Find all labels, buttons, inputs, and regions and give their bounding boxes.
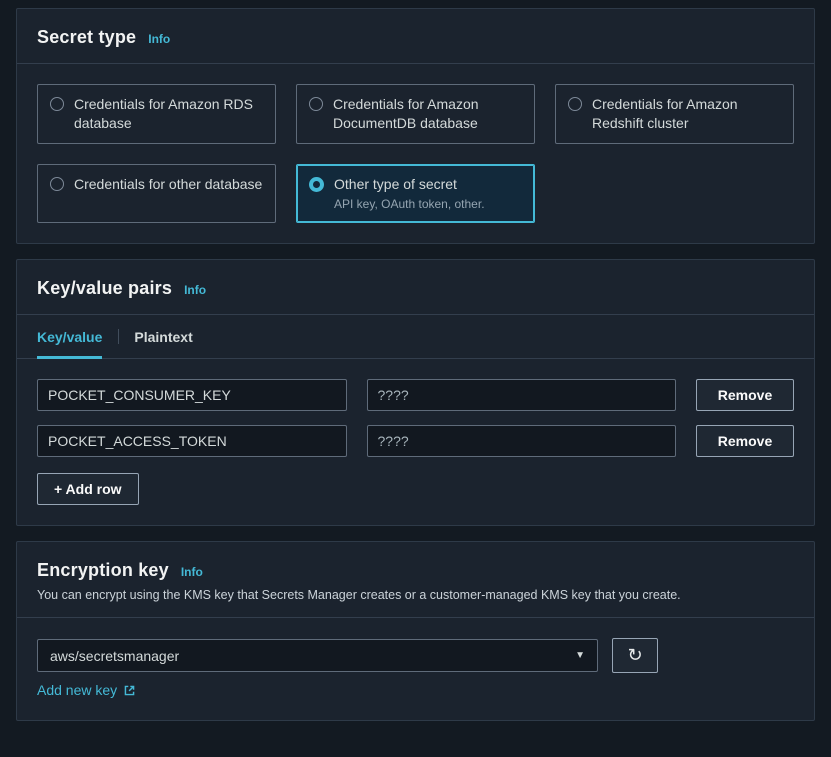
secret-type-info-link[interactable]: Info <box>148 32 170 46</box>
key-value-row: Remove <box>37 425 794 457</box>
value-input[interactable] <box>367 379 677 411</box>
secret-type-option-other-secret[interactable]: Other type of secret API key, OAuth toke… <box>296 164 535 223</box>
option-label: Credentials for Amazon DocumentDB databa… <box>333 95 522 133</box>
radio-unselected-icon <box>50 177 64 191</box>
refresh-keys-button[interactable]: ↻ <box>612 638 658 673</box>
radio-unselected-icon <box>568 97 582 111</box>
secret-type-body: Credentials for Amazon RDS database Cred… <box>17 64 814 243</box>
key-value-pairs-info-link[interactable]: Info <box>184 283 206 297</box>
radio-selected-icon <box>309 177 324 192</box>
secret-type-option-documentdb[interactable]: Credentials for Amazon DocumentDB databa… <box>296 84 535 144</box>
chevron-down-icon: ▼ <box>575 650 585 661</box>
secret-type-option-other-database[interactable]: Credentials for other database <box>37 164 276 223</box>
add-row-button[interactable]: + Add row <box>37 473 139 505</box>
add-new-key-link[interactable]: Add new key <box>37 682 136 698</box>
encryption-key-controls: aws/secretsmanager ▼ ↻ <box>37 638 794 673</box>
tab-key-value[interactable]: Key/value <box>37 315 102 358</box>
key-value-pairs-title: Key/value pairs <box>37 278 172 299</box>
key-value-body: Remove Remove + Add row <box>17 359 814 525</box>
add-new-key-label: Add new key <box>37 682 117 698</box>
key-input[interactable] <box>37 425 347 457</box>
external-link-icon <box>123 684 136 697</box>
secret-type-option-rds[interactable]: Credentials for Amazon RDS database <box>37 84 276 144</box>
encryption-key-description: You can encrypt using the KMS key that S… <box>37 588 794 602</box>
secret-type-option-redshift[interactable]: Credentials for Amazon Redshift cluster <box>555 84 794 144</box>
option-description: API key, OAuth token, other. <box>334 196 485 212</box>
radio-unselected-icon <box>50 97 64 111</box>
value-input[interactable] <box>367 425 677 457</box>
refresh-icon: ↻ <box>627 645 642 666</box>
radio-unselected-icon <box>309 97 323 111</box>
secret-type-title: Secret type <box>37 27 136 48</box>
encryption-key-info-link[interactable]: Info <box>181 565 203 579</box>
secret-type-card: Secret type Info Credentials for Amazon … <box>16 8 815 244</box>
option-text: Other type of secret API key, OAuth toke… <box>334 175 485 212</box>
key-value-row: Remove <box>37 379 794 411</box>
kms-key-selected-value: aws/secretsmanager <box>50 648 179 664</box>
option-label: Other type of secret <box>334 176 457 192</box>
option-label: Credentials for Amazon RDS database <box>74 95 263 133</box>
key-input[interactable] <box>37 379 347 411</box>
option-label: Credentials for other database <box>74 175 262 194</box>
tab-plaintext[interactable]: Plaintext <box>134 315 192 358</box>
option-label: Credentials for Amazon Redshift cluster <box>592 95 781 133</box>
secret-type-options: Credentials for Amazon RDS database Cred… <box>37 84 794 223</box>
encryption-key-title: Encryption key <box>37 560 169 581</box>
key-value-pairs-card: Key/value pairs Info Key/value Plaintext… <box>16 259 815 526</box>
encryption-key-body: aws/secretsmanager ▼ ↻ Add new key <box>17 618 814 720</box>
remove-row-button[interactable]: Remove <box>696 379 794 411</box>
encryption-key-card: Encryption key Info You can encrypt usin… <box>16 541 815 721</box>
remove-row-button[interactable]: Remove <box>696 425 794 457</box>
encryption-key-header: Encryption key Info You can encrypt usin… <box>17 542 814 617</box>
kms-key-select[interactable]: aws/secretsmanager ▼ <box>37 639 598 672</box>
secret-type-header: Secret type Info <box>17 9 814 63</box>
key-value-pairs-header: Key/value pairs Info <box>17 260 814 314</box>
key-value-tabs: Key/value Plaintext <box>17 315 814 359</box>
